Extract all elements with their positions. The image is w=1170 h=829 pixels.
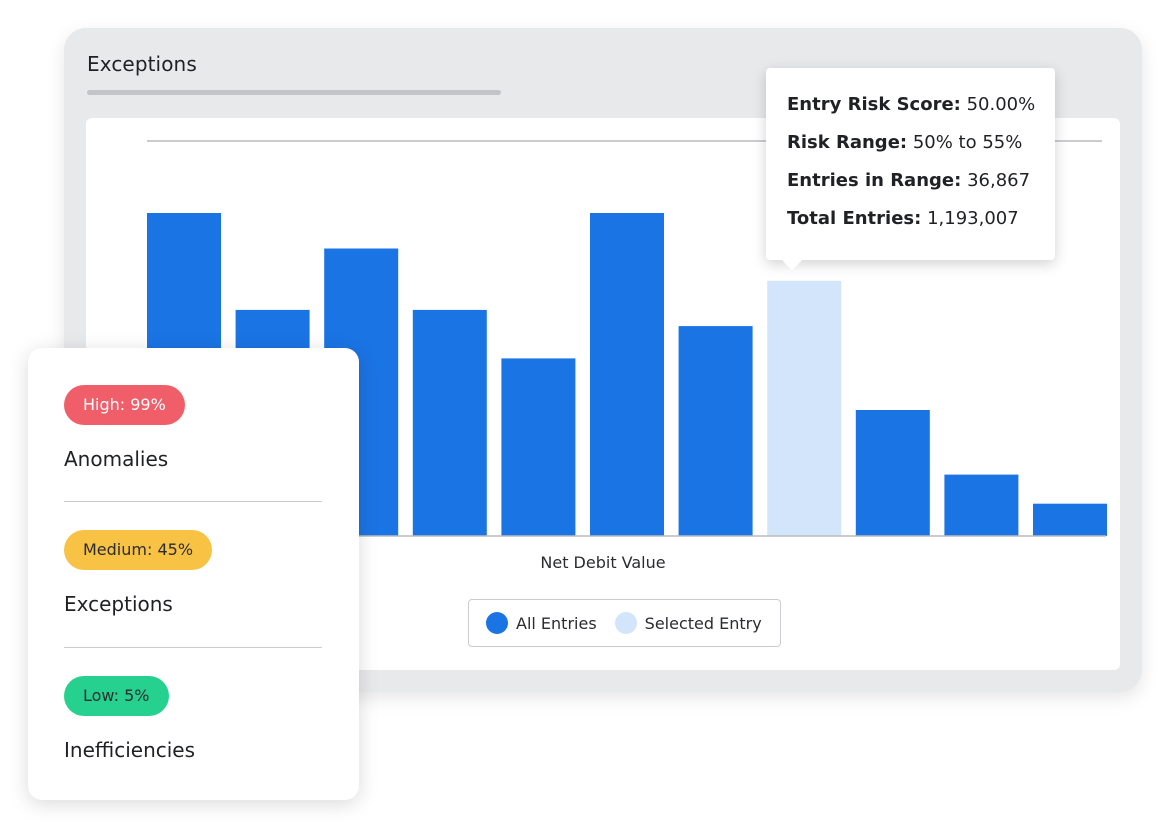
risk-summary-panel: High: 99% Anomalies Medium: 45% Exceptio…: [28, 348, 359, 800]
risk-item-medium[interactable]: Medium: 45% Exceptions: [64, 530, 322, 616]
risk-label-inefficiencies: Inefficiencies: [64, 738, 196, 762]
risk-label-exceptions: Exceptions: [64, 592, 173, 616]
tooltip-value: 50% to 55%: [912, 132, 1023, 153]
legend-item-all-entries[interactable]: All Entries: [486, 612, 597, 634]
tooltip-value: 50.00%: [966, 94, 1036, 115]
tooltip-row-total-entries: Total Entries: 1,193,007: [787, 207, 1055, 245]
risk-label-anomalies: Anomalies: [64, 447, 169, 471]
tooltip-value: 36,867: [967, 170, 1031, 191]
bar[interactable]: [855, 410, 930, 536]
bar-tooltip: Entry Risk Score: 50.00% Risk Range: 50%…: [766, 68, 1055, 271]
tooltip-row-entries-in-range: Entries in Range: 36,867: [787, 169, 1055, 207]
risk-item-high[interactable]: High: 99% Anomalies: [64, 385, 322, 471]
bar[interactable]: [1033, 503, 1107, 536]
risk-badge-high: High: 99%: [64, 385, 185, 425]
risk-item-low[interactable]: Low: 5% Inefficiencies: [64, 676, 322, 762]
risk-badge-low: Low: 5%: [64, 676, 169, 716]
all-entries-swatch: [486, 612, 508, 634]
bar[interactable]: [590, 213, 664, 536]
selected-entry-swatch: [614, 612, 637, 634]
risk-divider: [64, 501, 322, 502]
tooltip-key: Total Entries:: [787, 208, 922, 229]
tooltip-key: Risk Range:: [787, 132, 908, 153]
chart-legend: All Entries Selected Entry: [468, 599, 781, 647]
bar[interactable]: [501, 358, 576, 537]
tooltip-row-risk-score: Entry Risk Score: 50.00%: [787, 93, 1055, 131]
tooltip-key: Entry Risk Score:: [787, 94, 961, 115]
bar[interactable]: [944, 474, 1019, 536]
legend-item-selected-entry[interactable]: Selected Entry: [614, 612, 762, 634]
legend-label-selected-entry: Selected Entry: [644, 613, 762, 633]
bar-selected[interactable]: [767, 280, 842, 536]
tooltip-row-risk-range: Risk Range: 50% to 55%: [787, 131, 1055, 169]
legend-label-all-entries: All Entries: [516, 613, 597, 633]
risk-divider: [64, 647, 322, 648]
tooltip-value: 1,193,007: [927, 208, 1019, 229]
bar[interactable]: [412, 309, 487, 536]
risk-badge-medium: Medium: 45%: [64, 530, 213, 570]
bar[interactable]: [678, 326, 753, 536]
stage: Exceptions Net Debit Value All Entries S…: [0, 0, 1170, 829]
tooltip-key: Entries in Range:: [787, 170, 962, 191]
